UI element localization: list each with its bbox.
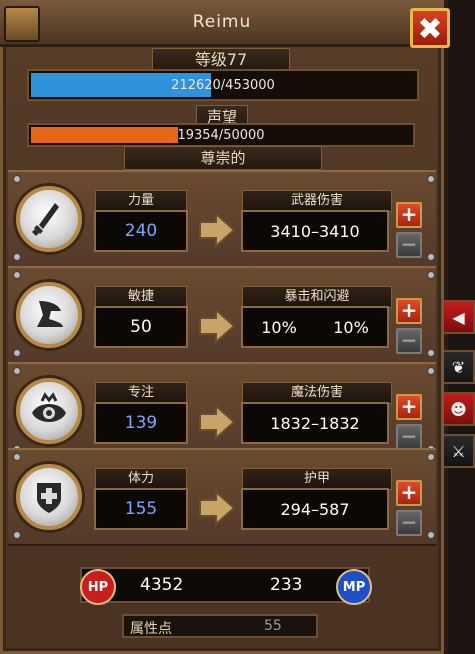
derived-stat-value-a: 10%: [261, 317, 297, 337]
attribute-points-value: 55: [264, 618, 282, 634]
decrease-stat-button[interactable]: −: [396, 510, 422, 536]
rivet: [428, 454, 434, 460]
xp-bar: 212620/453000: [27, 69, 419, 101]
arrow-left-icon[interactable]: ◀: [444, 300, 475, 334]
rivet: [428, 532, 434, 538]
eye-icon: [16, 378, 82, 444]
close-button[interactable]: ✖: [410, 8, 450, 48]
derived-stat-name: 武器伤害: [242, 190, 392, 212]
increase-stat-button[interactable]: +: [396, 480, 422, 506]
rivet: [428, 254, 434, 260]
rivet: [14, 454, 20, 460]
mp-value: 233: [270, 575, 303, 595]
stat-name: 专注: [95, 382, 187, 404]
decrease-stat-button[interactable]: −: [396, 424, 422, 450]
rivet: [14, 272, 20, 278]
rivet: [14, 176, 20, 182]
derived-stat-name: 暴击和闪避: [242, 286, 392, 308]
stat-name: 体力: [95, 468, 187, 490]
decrease-stat-button[interactable]: −: [396, 232, 422, 258]
hp-mp-bar: [80, 567, 370, 603]
reputation-bar: 19354/50000: [27, 123, 415, 147]
xp-text: 212620/453000: [171, 77, 275, 93]
rivet: [14, 350, 20, 356]
stat-name: 敏捷: [95, 286, 187, 308]
rivet: [428, 176, 434, 182]
portrait-icon[interactable]: ☻: [444, 392, 475, 426]
stat-value: 155: [94, 488, 188, 530]
sword-icon: [16, 186, 82, 252]
mp-orb: MP: [336, 569, 372, 605]
increase-stat-button[interactable]: +: [396, 298, 422, 324]
derived-stat-name: 魔法伤害: [242, 382, 392, 404]
derived-stat-value: 294–587: [241, 488, 389, 530]
derived-stat-value: 3410–3410: [241, 210, 389, 252]
rivet: [14, 532, 20, 538]
stat-value: 240: [94, 210, 188, 252]
sword-small-icon[interactable]: ⚔: [444, 434, 475, 468]
hp-value: 4352: [140, 575, 184, 595]
stat-value: 50: [94, 306, 188, 348]
increase-stat-button[interactable]: +: [396, 394, 422, 420]
derived-stat-value-a: 1832–1832: [270, 413, 360, 433]
derived-stat-value-a: 294–587: [280, 499, 350, 519]
rivet: [14, 254, 20, 260]
rivet: [428, 350, 434, 356]
stat-name: 力量: [95, 190, 187, 212]
hp-orb: HP: [80, 569, 116, 605]
rivet: [14, 368, 20, 374]
rivet: [428, 368, 434, 374]
reputation-rank: 尊崇的: [124, 146, 322, 170]
attribute-points: 属性点 55: [122, 614, 318, 638]
derived-stat-value-a: 3410–3410: [270, 221, 360, 241]
derived-stat-value: 1832–1832: [241, 402, 389, 444]
derived-stat-name: 护甲: [242, 468, 392, 490]
paw-icon[interactable]: ❦: [444, 350, 475, 384]
derived-stat-value-b: 10%: [333, 317, 369, 337]
derived-stat-value: 10% 10%: [241, 306, 389, 348]
decrease-stat-button[interactable]: −: [396, 328, 422, 354]
stat-value: 139: [94, 402, 188, 444]
boot-icon: [16, 282, 82, 348]
increase-stat-button[interactable]: +: [396, 202, 422, 228]
attribute-points-label: 属性点: [130, 621, 172, 637]
reputation-text: 19354/50000: [177, 127, 265, 143]
window-title: Reimu: [192, 12, 252, 32]
shield-cross-icon: [16, 464, 82, 530]
rivet: [428, 272, 434, 278]
